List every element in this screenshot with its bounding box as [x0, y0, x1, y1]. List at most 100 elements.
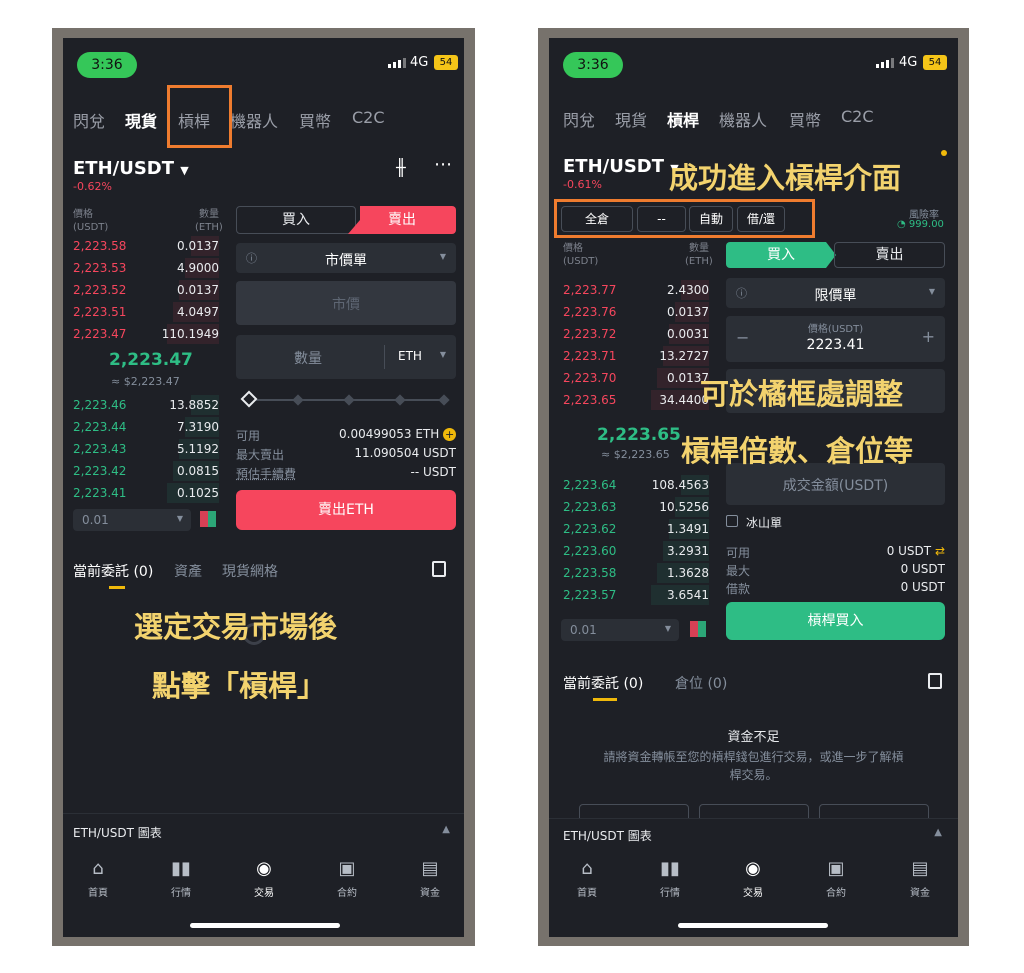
- max-value: 0 USDT: [900, 562, 945, 576]
- empty-title: 資金不足: [727, 730, 780, 745]
- bid-row[interactable]: 2,223.57 3.6541: [563, 585, 709, 605]
- bar-chart-icon: ▮▮: [660, 858, 680, 879]
- bid-row[interactable]: 2,223.58 1.3628: [563, 563, 709, 583]
- plus-icon[interactable]: +: [922, 327, 935, 346]
- pair-selector[interactable]: ETH/USDT ▼: [73, 158, 189, 179]
- ask-price: 2,223.52: [73, 283, 127, 297]
- ask-row[interactable]: 2,223.58 0.0137: [73, 236, 219, 256]
- chevron-up-icon: ▲: [442, 824, 450, 835]
- price-input[interactable]: 市價: [236, 281, 456, 325]
- pair-selector[interactable]: ETH/USDT ▼: [563, 156, 679, 177]
- nav-wallet[interactable]: ▤ 資金: [410, 858, 450, 899]
- sell-tab[interactable]: 賣出: [834, 242, 945, 268]
- bid-price: 2,223.44: [73, 420, 127, 434]
- bar-chart-icon: ▮▮: [171, 858, 191, 879]
- bid-row[interactable]: 2,223.44 7.3190: [73, 417, 219, 437]
- borrow-label: 借款: [726, 582, 751, 596]
- depth-view-icon[interactable]: [690, 621, 706, 637]
- more-icon[interactable]: ⋯: [434, 154, 452, 175]
- bid-qty: 7.3190: [177, 420, 219, 434]
- ask-row[interactable]: 2,223.71 13.2727: [563, 346, 709, 366]
- nav-markets[interactable]: ▮▮ 行情: [650, 858, 690, 899]
- tab-open-orders[interactable]: 當前委託 (0): [563, 673, 643, 693]
- depth-select[interactable]: 0.01 ▼: [561, 619, 679, 641]
- ask-row[interactable]: 2,223.51 4.0497: [73, 302, 219, 322]
- tab-margin[interactable]: 槓桿: [667, 107, 699, 131]
- ask-qty: 2.4300: [667, 283, 709, 297]
- order-history-icon[interactable]: [432, 561, 446, 577]
- depth-view-icon[interactable]: [200, 511, 216, 527]
- ask-qty: 0.0137: [177, 283, 219, 297]
- order-history-icon[interactable]: [928, 673, 942, 689]
- bid-qty: 1.3628: [667, 566, 709, 580]
- amount-slider[interactable]: [240, 390, 450, 408]
- tab-assets[interactable]: 資產: [174, 561, 202, 581]
- tab-spot[interactable]: 現貨: [125, 108, 157, 132]
- nav-futures[interactable]: ▣ 合約: [327, 858, 367, 899]
- tab-buy-crypto[interactable]: 買幣: [789, 107, 821, 131]
- ask-row[interactable]: 2,223.52 0.0137: [73, 280, 219, 300]
- nav-markets[interactable]: ▮▮ 行情: [161, 858, 201, 899]
- chart-bar[interactable]: ETH/USDT 圖表 ▲: [63, 813, 464, 849]
- ask-row[interactable]: 2,223.47 110.1949: [73, 324, 219, 344]
- ask-row[interactable]: 2,223.76 0.0137: [563, 302, 709, 322]
- nav-wallet[interactable]: ▤ 資金: [900, 858, 940, 899]
- ask-row[interactable]: 2,223.53 4.9000: [73, 258, 219, 278]
- tab-buy-crypto[interactable]: 買幣: [299, 108, 331, 132]
- tab-c2c[interactable]: C2C: [841, 107, 874, 126]
- trade-icon: ◉: [256, 858, 272, 879]
- annotation-line-1: 選定交易市場後: [134, 610, 338, 644]
- buy-tab[interactable]: 買入: [236, 206, 356, 234]
- bid-row[interactable]: 2,223.64 108.4563: [563, 475, 709, 495]
- tab-spot-grid[interactable]: 現貨網格: [222, 561, 278, 581]
- sell-tab[interactable]: 賣出: [348, 206, 456, 234]
- sell-eth-button[interactable]: 賣出ETH: [236, 490, 456, 530]
- bid-price: 2,223.57: [563, 588, 617, 602]
- quantity-unit-select[interactable]: ETH: [398, 349, 422, 363]
- add-icon[interactable]: +: [443, 428, 457, 441]
- tab-swap[interactable]: 閃兌: [563, 107, 595, 131]
- network-label: 4G: [899, 55, 918, 70]
- order-type-select[interactable]: ⓘ 市價單 ▼: [236, 243, 456, 273]
- ask-row[interactable]: 2,223.65 34.4400: [563, 390, 709, 410]
- ask-price: 2,223.72: [563, 327, 617, 341]
- nav-trade[interactable]: ◉ 交易: [733, 858, 773, 899]
- chevron-down-icon: ▼: [176, 514, 183, 523]
- bid-row[interactable]: 2,223.46 13.8852: [73, 395, 219, 415]
- buy-tab[interactable]: 買入: [726, 242, 836, 268]
- tab-positions[interactable]: 倉位 (0): [675, 673, 727, 693]
- price-header: 價格 (USDT): [563, 243, 599, 267]
- tab-bots[interactable]: 機器人: [719, 107, 767, 131]
- bid-row[interactable]: 2,223.63 10.5256: [563, 497, 709, 517]
- tab-swap[interactable]: 閃兌: [73, 108, 105, 132]
- margin-buy-button[interactable]: 槓桿買入: [726, 602, 945, 640]
- nav-home[interactable]: ⌂ 首頁: [78, 858, 118, 899]
- bid-row[interactable]: 2,223.43 5.1192: [73, 439, 219, 459]
- ask-row[interactable]: 2,223.77 2.4300: [563, 280, 709, 300]
- nav-trade[interactable]: ◉ 交易: [244, 858, 284, 899]
- depth-select[interactable]: 0.01 ▼: [73, 509, 191, 531]
- bid-row[interactable]: 2,223.41 0.1025: [73, 483, 219, 503]
- transfer-icon[interactable]: ⇄: [935, 544, 945, 558]
- status-time: 3:36: [77, 52, 137, 78]
- nav-home[interactable]: ⌂ 首頁: [567, 858, 607, 899]
- candlestick-icon[interactable]: ╫: [396, 158, 406, 177]
- bid-row[interactable]: 2,223.42 0.0815: [73, 461, 219, 481]
- iceberg-checkbox[interactable]: [726, 515, 738, 527]
- ask-row[interactable]: 2,223.70 0.0137: [563, 368, 709, 388]
- chart-bar[interactable]: ETH/USDT 圖表 ▲: [549, 818, 958, 852]
- tab-c2c[interactable]: C2C: [352, 108, 385, 127]
- qty-header: 數量 (ETH): [685, 243, 713, 267]
- tab-spot[interactable]: 現貨: [615, 107, 647, 131]
- tab-open-orders[interactable]: 當前委託 (0): [73, 561, 153, 581]
- nav-futures[interactable]: ▣ 合約: [816, 858, 856, 899]
- ask-row[interactable]: 2,223.72 0.0031: [563, 324, 709, 344]
- wallet-icon: ▤: [911, 858, 929, 879]
- bid-row[interactable]: 2,223.60 3.2931: [563, 541, 709, 561]
- price-input[interactable]: − 價格(USDT) 2223.41 +: [726, 316, 945, 362]
- annotation-line-2: 可於橘框處調整: [700, 377, 904, 411]
- order-type-select[interactable]: ⓘ 限價單 ▼: [726, 278, 945, 308]
- tab-bots[interactable]: 機器人: [230, 108, 278, 132]
- quantity-input[interactable]: 數量 ETH ▼: [236, 335, 456, 379]
- bid-row[interactable]: 2,223.62 1.3491: [563, 519, 709, 539]
